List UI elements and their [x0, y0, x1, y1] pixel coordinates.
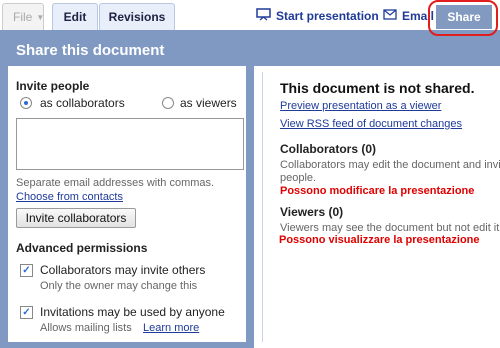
start-presentation-link[interactable]: Start presentation — [256, 8, 379, 24]
choose-contacts-link[interactable]: Choose from contacts — [16, 191, 123, 203]
rss-feed-link[interactable]: View RSS feed of document changes — [280, 118, 462, 130]
invite-collaborators-button[interactable]: Invite collaborators — [16, 208, 136, 228]
viewers-description: Viewers may see the document but not edi… — [280, 222, 500, 234]
perm1-note: Only the owner may change this — [40, 280, 198, 292]
email-addresses-input[interactable] — [16, 118, 244, 170]
perm2-note: Allows mailing lists — [40, 322, 132, 334]
preview-viewer-link[interactable]: Preview presentation as a viewer — [280, 100, 441, 112]
collaborators-heading: Collaborators (0) — [280, 142, 377, 156]
highlight-circle — [428, 0, 498, 36]
email-hint: Separate email addresses with commas. — [16, 177, 215, 189]
email-link[interactable]: Email — [383, 8, 434, 23]
top-tab-bar: File ▼ Edit Revisions Start presentation… — [0, 0, 500, 30]
envelope-icon — [383, 8, 397, 23]
perm2-label: Invitations may be used by anyone — [40, 305, 225, 319]
viewers-annotation: Possono visualizzare la presentazione — [279, 234, 480, 246]
chevron-down-icon: ▼ — [36, 12, 45, 22]
learn-more-link[interactable]: Learn more — [143, 322, 199, 334]
panel-divider — [262, 72, 263, 342]
viewers-heading: Viewers (0) — [280, 205, 344, 219]
collaborators-description: Collaborators may edit the document and … — [280, 159, 500, 171]
advanced-heading: Advanced permissions — [16, 241, 148, 255]
sharing-status-title: This document is not shared. — [280, 80, 475, 96]
tab-file-label: File — [13, 10, 33, 24]
radio-collaborators-label: as collaborators — [40, 96, 125, 110]
collaborators-description-cont: people. — [280, 172, 317, 184]
collaborators-annotation: Possono modificare la presentazione — [280, 185, 475, 197]
tab-edit[interactable]: Edit — [52, 3, 98, 30]
presentation-icon — [256, 8, 271, 24]
radio-viewers[interactable] — [162, 97, 174, 109]
tab-file[interactable]: File ▼ — [2, 3, 44, 30]
panel-title: Share this document — [16, 42, 165, 59]
perm1-label: Collaborators may invite others — [40, 263, 206, 277]
checkbox-invitations-anyone[interactable]: ✓ — [20, 306, 33, 319]
start-presentation-label: Start presentation — [276, 9, 379, 23]
radio-collaborators[interactable] — [20, 97, 32, 109]
radio-viewers-label: as viewers — [180, 96, 237, 110]
checkbox-invite-others[interactable]: ✓ — [20, 264, 33, 277]
invite-heading: Invite people — [16, 79, 90, 93]
tab-revisions[interactable]: Revisions — [99, 3, 175, 30]
